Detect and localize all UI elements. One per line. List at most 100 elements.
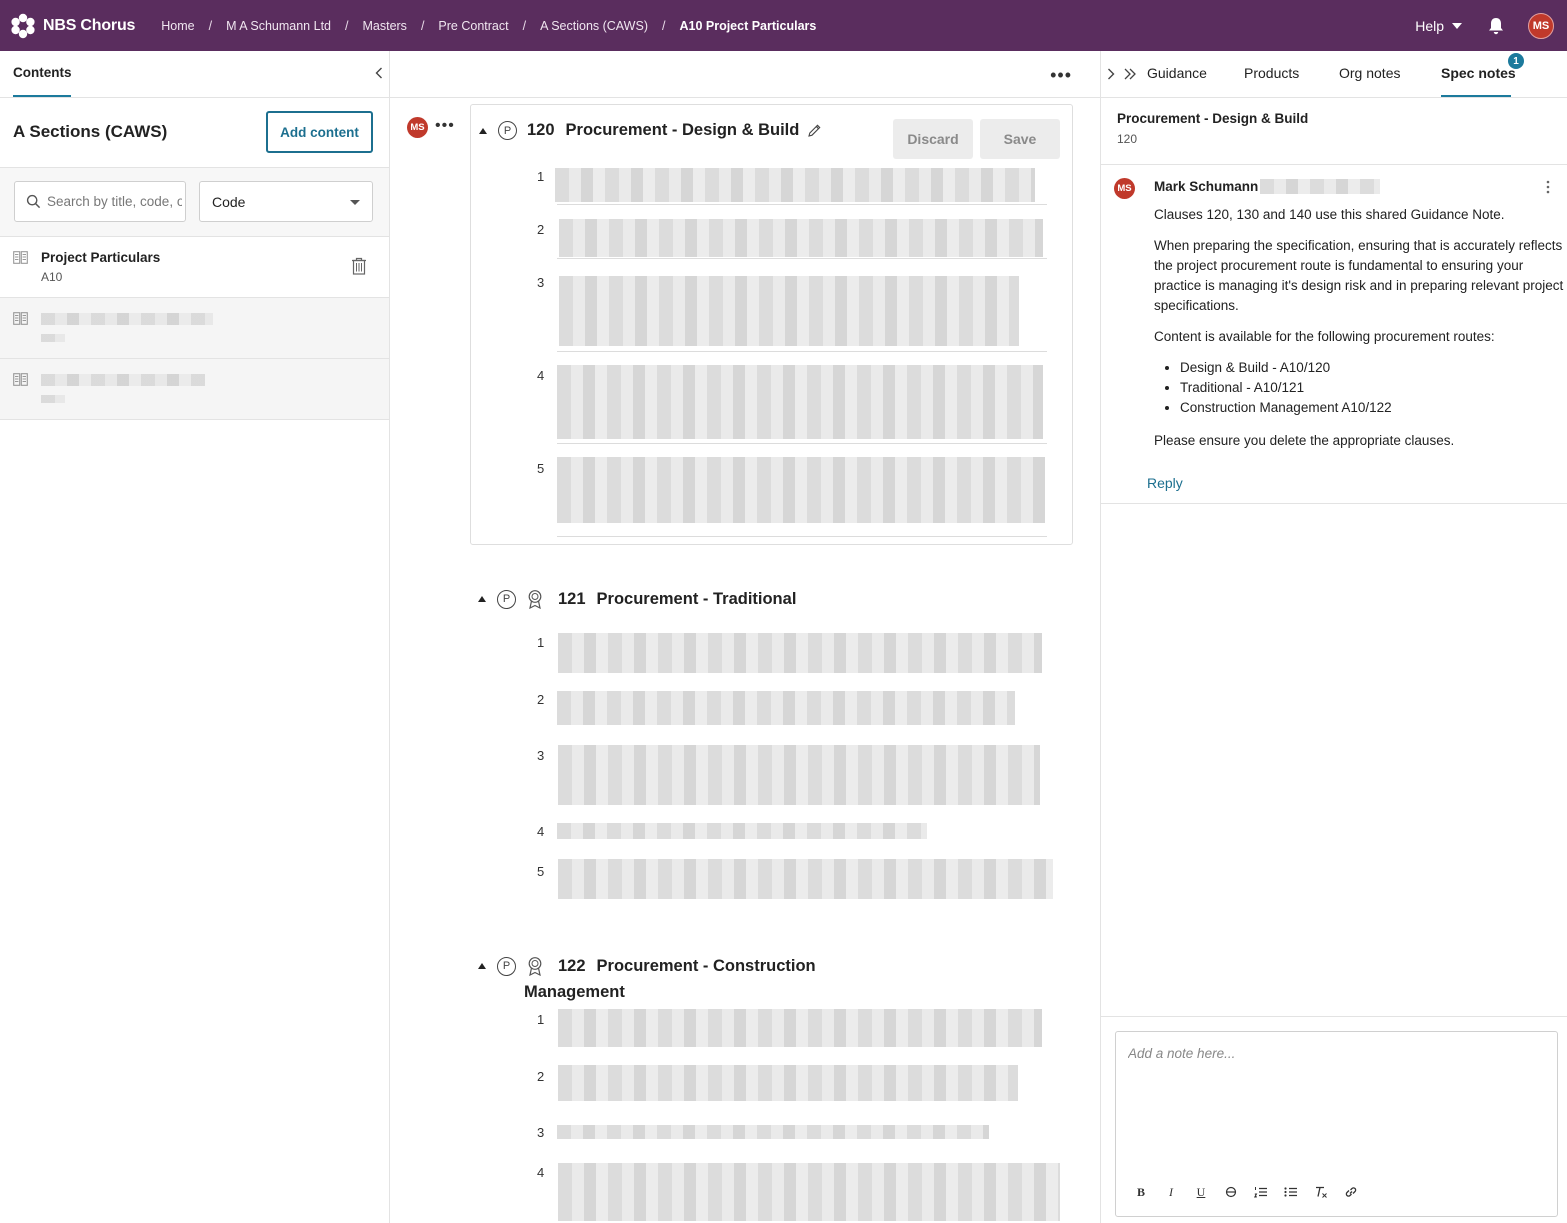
sort-select[interactable]: Code xyxy=(199,181,373,222)
redacted-paragraph[interactable] xyxy=(558,1009,1042,1047)
clause-header: P 120 Procurement - Design & Build xyxy=(479,121,822,140)
more-options-icon[interactable]: ••• xyxy=(1050,65,1072,86)
app-logo[interactable]: NBS Chorus xyxy=(10,13,135,39)
rich-text-toolbar: B I U xyxy=(1126,1180,1366,1204)
breadcrumb-pre-contract[interactable]: Pre Contract xyxy=(438,19,508,33)
tree-item[interactable] xyxy=(0,298,389,359)
paragraph-number: 5 xyxy=(537,461,545,476)
kebab-menu-icon[interactable] xyxy=(1545,179,1551,195)
spec-note: MS Mark Schumann Clauses 120, 130 and 14… xyxy=(1101,165,1567,504)
breadcrumb-a-sections[interactable]: A Sections (CAWS) xyxy=(540,19,648,33)
tree-item[interactable] xyxy=(0,359,389,420)
bullet-list-button[interactable] xyxy=(1276,1180,1306,1204)
ordered-list-button[interactable] xyxy=(1246,1180,1276,1204)
underline-button[interactable]: U xyxy=(1186,1180,1216,1204)
redacted-paragraph[interactable] xyxy=(557,823,927,839)
note-context-header: Procurement - Design & Build 120 xyxy=(1101,98,1567,165)
contents-filter: Code xyxy=(0,168,389,237)
collapse-arrow-icon[interactable] xyxy=(479,127,487,134)
notes-tabs: Guidance Products Org notes Spec notes 1 xyxy=(1101,51,1567,98)
redacted-paragraph[interactable] xyxy=(557,1125,989,1139)
search-icon xyxy=(26,194,41,209)
note-list-item: Construction Management A10/122 xyxy=(1180,398,1564,418)
bullet-list-icon xyxy=(1284,1187,1297,1197)
bell-icon[interactable] xyxy=(1486,16,1506,36)
help-menu[interactable]: Help xyxy=(1415,18,1462,34)
tree-item-code: A10 xyxy=(41,270,63,284)
chevron-right-icon[interactable] xyxy=(1106,67,1116,81)
breadcrumb-separator: / xyxy=(661,18,666,33)
reply-link[interactable]: Reply xyxy=(1147,475,1183,491)
tab-guidance[interactable]: Guidance xyxy=(1147,65,1207,81)
notes-panel: Guidance Products Org notes Spec notes 1… xyxy=(1100,51,1567,1223)
tree-item[interactable]: Project Particulars A10 xyxy=(0,237,389,298)
clause-title-continued: Management xyxy=(524,983,625,1001)
paragraph-divider xyxy=(557,351,1047,352)
active-tab-indicator xyxy=(1441,95,1511,97)
clause-number: 122 xyxy=(558,956,586,975)
trash-icon[interactable] xyxy=(351,257,367,275)
tree-item-title: Project Particulars xyxy=(41,250,161,265)
sort-select-value: Code xyxy=(212,193,246,210)
pencil-icon[interactable] xyxy=(807,123,822,138)
tab-spec-notes[interactable]: Spec notes xyxy=(1441,65,1516,81)
award-ribbon-icon xyxy=(528,957,542,976)
clause-card-editing: P 120 Procurement - Design & Build Disca… xyxy=(470,104,1073,545)
strikethrough-button[interactable] xyxy=(1216,1180,1246,1204)
redacted-paragraph[interactable] xyxy=(558,1065,1018,1101)
collapse-arrow-icon[interactable] xyxy=(478,963,486,969)
redacted-paragraph[interactable] xyxy=(558,859,1053,899)
note-body: Clauses 120, 130 and 140 use this shared… xyxy=(1154,205,1564,462)
tab-products[interactable]: Products xyxy=(1244,65,1299,81)
note-author-avatar: MS xyxy=(1114,178,1135,199)
paragraph-number: 2 xyxy=(537,222,545,237)
note-editor: B I U xyxy=(1115,1031,1558,1217)
discard-button[interactable]: Discard xyxy=(893,119,973,159)
redacted-paragraph[interactable] xyxy=(559,219,1043,257)
chevron-down-icon xyxy=(1452,22,1462,29)
redacted-paragraph[interactable] xyxy=(557,365,1043,439)
nbs-logo-icon xyxy=(10,13,36,39)
redacted-code xyxy=(41,334,65,342)
redacted-paragraph[interactable] xyxy=(558,745,1040,805)
clause-menu-icon[interactable]: ••• xyxy=(435,117,455,135)
tab-org-notes[interactable]: Org notes xyxy=(1339,65,1400,81)
p-circle-icon: P xyxy=(498,121,517,140)
breadcrumb-separator: / xyxy=(420,18,425,33)
breadcrumb-separator: / xyxy=(522,18,527,33)
section-title: A Sections (CAWS) xyxy=(13,122,168,141)
redacted-paragraph[interactable] xyxy=(557,691,1015,725)
paragraph-number: 1 xyxy=(537,1012,545,1027)
ordered-list-icon xyxy=(1254,1187,1267,1198)
redacted-paragraph[interactable] xyxy=(555,168,1035,202)
save-button[interactable]: Save xyxy=(980,119,1060,159)
divider xyxy=(1101,1016,1567,1017)
link-button[interactable] xyxy=(1336,1180,1366,1204)
redacted-paragraph[interactable] xyxy=(559,276,1019,346)
bold-button[interactable]: B xyxy=(1126,1180,1156,1204)
italic-button[interactable]: I xyxy=(1156,1180,1186,1204)
add-content-button[interactable]: Add content xyxy=(266,111,373,153)
note-paragraph: When preparing the specification, ensuri… xyxy=(1154,238,1564,313)
collapse-arrow-icon[interactable] xyxy=(478,596,486,602)
redacted-date xyxy=(1260,179,1380,194)
chevron-left-icon[interactable] xyxy=(373,66,385,80)
breadcrumb-masters[interactable]: Masters xyxy=(362,19,406,33)
clause-title: Procurement - Construction xyxy=(596,956,816,975)
tab-contents[interactable]: Contents xyxy=(13,65,72,80)
breadcrumb-organisation[interactable]: M A Schumann Ltd xyxy=(226,19,331,33)
add-note-input[interactable] xyxy=(1128,1046,1543,1156)
search-input[interactable] xyxy=(47,194,182,209)
user-avatar[interactable]: MS xyxy=(1528,12,1554,39)
paragraph-number: 3 xyxy=(537,1125,545,1140)
breadcrumb-home[interactable]: Home xyxy=(161,19,194,33)
app-name: NBS Chorus xyxy=(43,16,136,34)
paragraph-divider xyxy=(557,258,1047,259)
redacted-paragraph[interactable] xyxy=(557,457,1045,523)
clear-format-button[interactable] xyxy=(1306,1180,1336,1204)
redacted-paragraph[interactable] xyxy=(558,633,1042,673)
double-chevron-right-icon[interactable] xyxy=(1123,67,1137,81)
redacted-paragraph[interactable] xyxy=(558,1163,1060,1221)
book-icon xyxy=(13,312,28,325)
paragraph-number: 3 xyxy=(537,275,545,290)
